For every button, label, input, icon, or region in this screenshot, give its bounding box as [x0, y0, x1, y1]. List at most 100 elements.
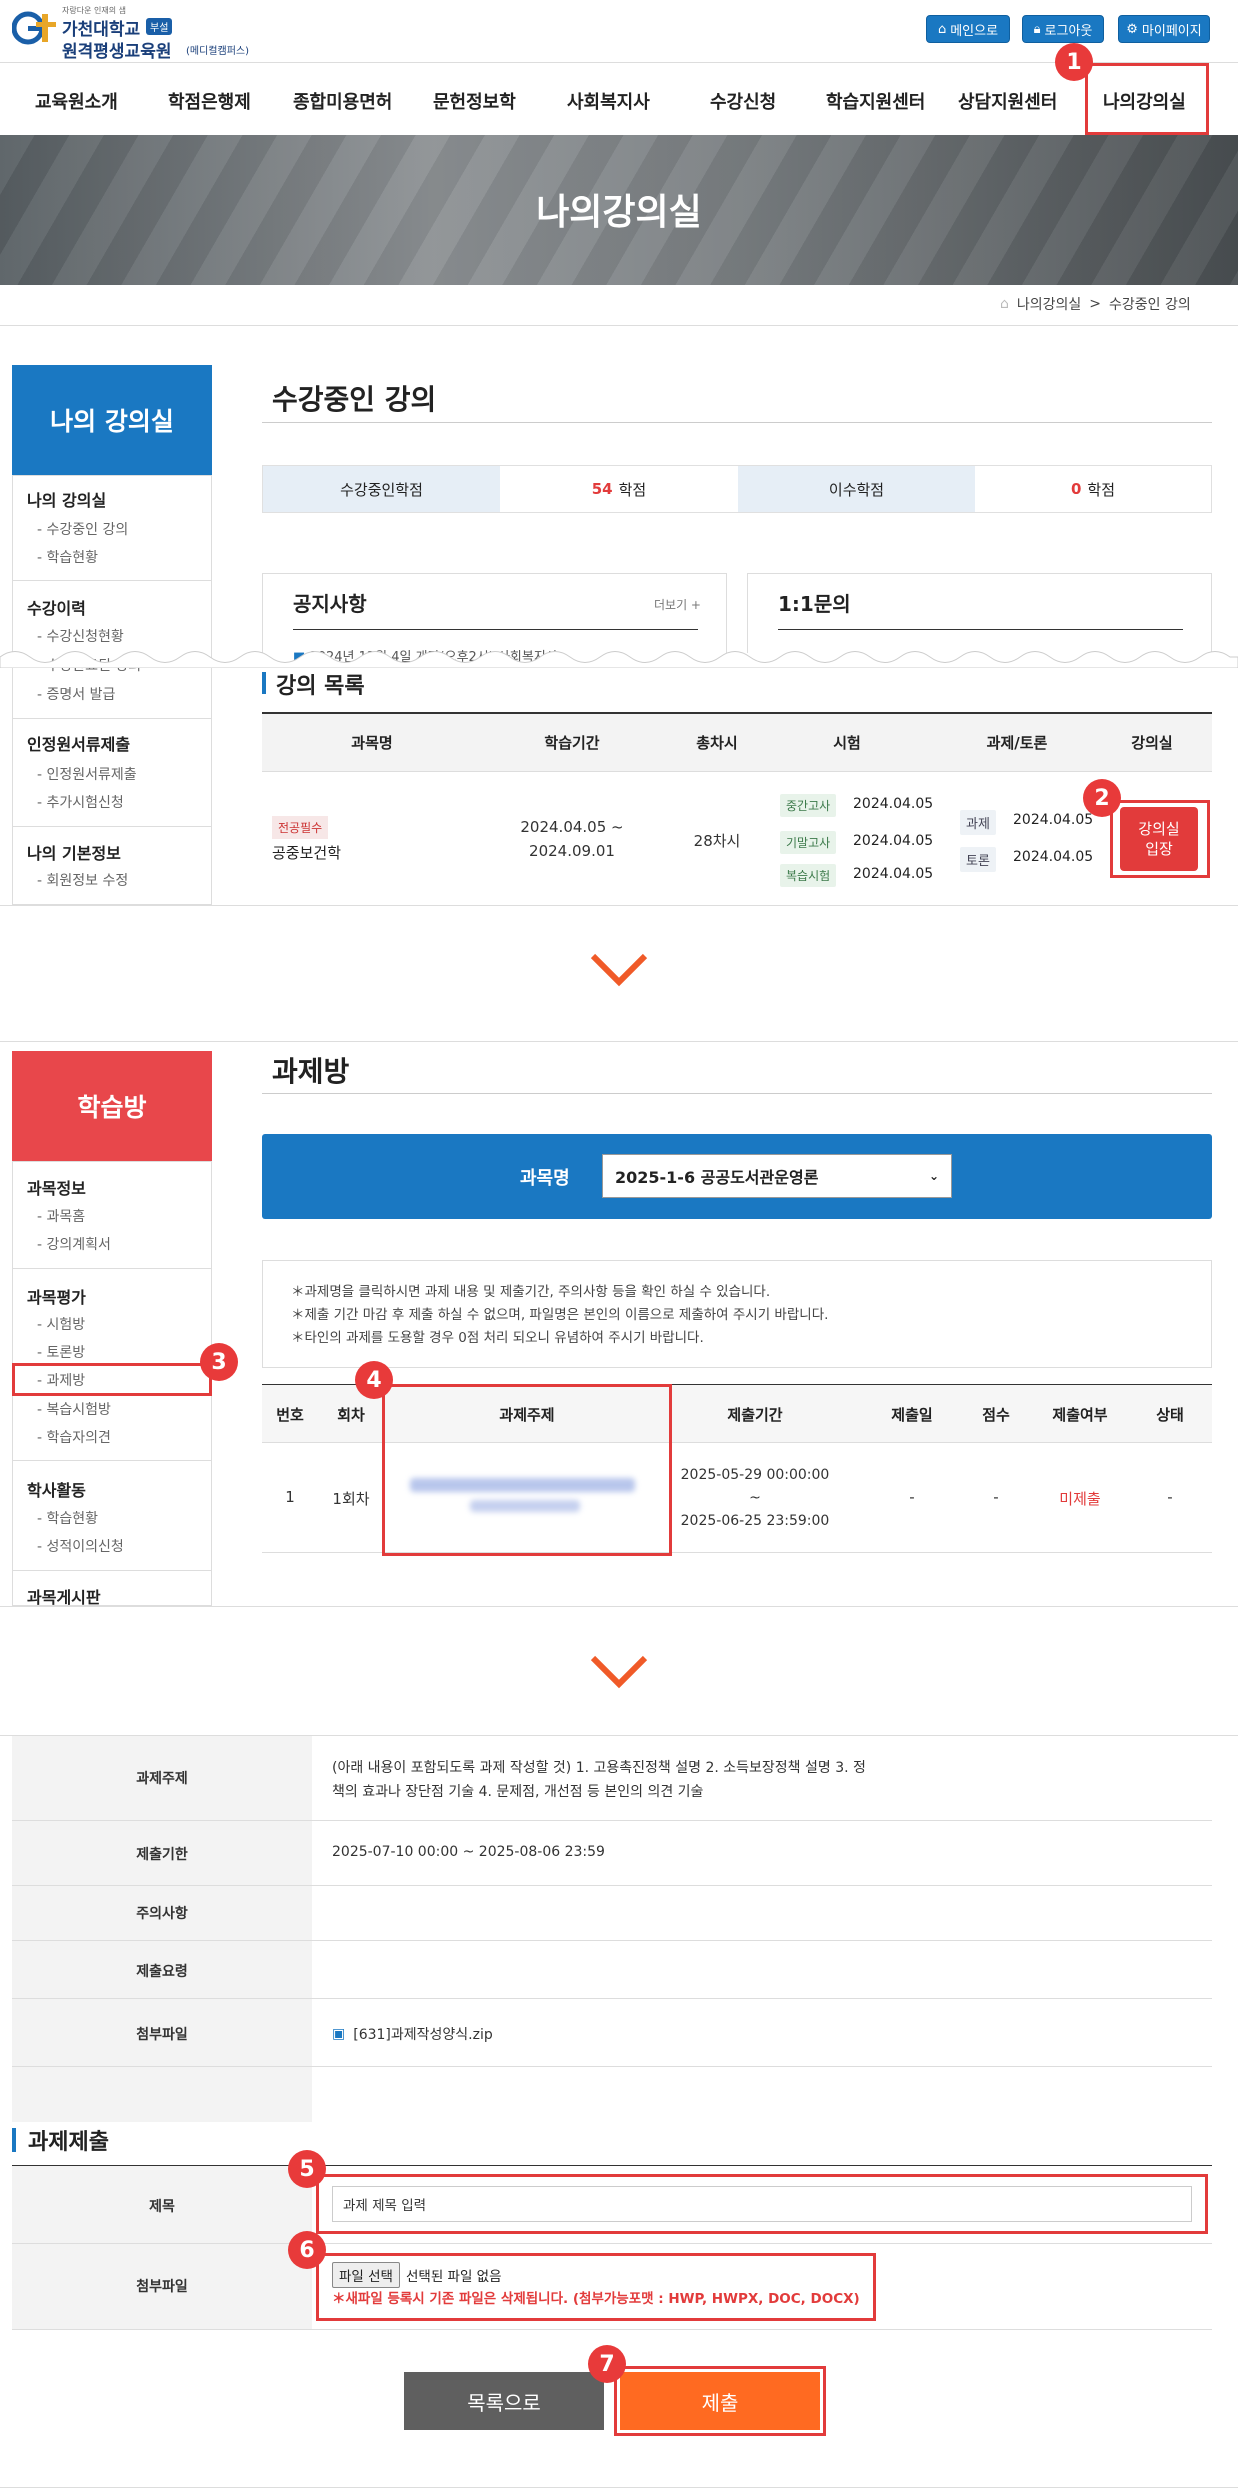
- nav-beauty[interactable]: 종합미용면허: [293, 88, 392, 114]
- sidebar-group[interactable]: 과목게시판: [27, 1584, 101, 1608]
- topic-label: 과제주제: [136, 1771, 188, 1787]
- course-sessions: 28차시: [693, 832, 741, 850]
- sidebar-item[interactable]: - 학습자의견: [37, 1427, 111, 1447]
- current-credit-value: 54 학점: [591, 480, 647, 499]
- highlight-title-input: [316, 2174, 1208, 2234]
- exam-final-date: 2024.04.05: [853, 833, 934, 849]
- sidebar-item[interactable]: - 과목홈: [37, 1206, 85, 1226]
- back-to-list-button[interactable]: 목록으로: [404, 2372, 604, 2430]
- highlight-assignment-menu: [12, 1363, 212, 1396]
- mypage-button[interactable]: ⚙ 마이페이지: [1118, 15, 1210, 43]
- notice-box: 공지사항 더보기 + ■ 2024년 12월 4일 개강(오후2시) 사회복지사…: [262, 573, 727, 665]
- sidebar-item[interactable]: - 수강신청현황: [37, 626, 124, 646]
- sidebar-item[interactable]: - 증명서 발급: [37, 684, 115, 704]
- completed-credit-value: 0 학점: [1070, 480, 1116, 499]
- chevron-down-icon: [590, 953, 648, 987]
- sidebar-item[interactable]: - 인정원서류제출: [37, 764, 137, 784]
- logo-mark[interactable]: [12, 8, 62, 48]
- home-button[interactable]: ⌂ 메인으로: [926, 15, 1010, 43]
- deadline-value: 2025-07-10 00:00 ~ 2025-08-06 23:59: [332, 1844, 605, 1860]
- chevron-down-icon: ⌄: [928, 1169, 939, 1183]
- guide-label: 제출요령: [136, 1964, 188, 1980]
- task-date: 2024.04.05: [1013, 812, 1094, 828]
- sidebar-item[interactable]: - 학습현황: [37, 1508, 98, 1528]
- home-icon: ⌂: [1000, 296, 1009, 312]
- deadline-label: 제출기한: [136, 1847, 188, 1863]
- assignment-notes: ＊과제명을 클릭하시면 과제 내용 및 제출기간, 주의사항 등을 확인 하실 …: [262, 1260, 1212, 1368]
- subject-select[interactable]: 2025-1-6 공공도서관운영론 ⌄: [602, 1154, 952, 1198]
- submit-label-column: [12, 2166, 312, 2329]
- subject-select-bar: 과목명 2025-1-6 공공도서관운영론 ⌄: [262, 1134, 1212, 1219]
- assignment-state: -: [1167, 1488, 1173, 1506]
- nav-library-science[interactable]: 문헌정보학: [433, 88, 516, 114]
- nav-learning-support[interactable]: 학습지원센터: [826, 88, 925, 114]
- floppy-icon: ▣: [332, 2026, 346, 2042]
- highlight-file-picker: [316, 2253, 876, 2321]
- logo-institute: 원격평생교육원: [62, 42, 172, 62]
- assignment-round: 1회차: [332, 1490, 370, 1508]
- sidebar-group[interactable]: 인정원서류제출: [27, 731, 130, 755]
- course-period-start: 2024.04.05 ~: [520, 818, 624, 836]
- hero-banner: 나의강의실: [0, 135, 1238, 285]
- cut-wave: [0, 651, 1238, 668]
- highlight-my-classroom: [1085, 63, 1209, 135]
- sidebar-item[interactable]: - 복습시험방: [37, 1399, 111, 1419]
- current-credit-label: 수강중인학점: [263, 466, 500, 512]
- sidebar-group[interactable]: 나의 강의실: [27, 487, 106, 511]
- sidebar-group[interactable]: 수강이력: [27, 595, 86, 619]
- attach-label: 첨부파일: [136, 2027, 188, 2043]
- col-submitted: 제출여부: [1052, 1406, 1108, 1424]
- assignment-period-start: 2025-05-29 00:00:00: [680, 1467, 830, 1483]
- sidebar-title: 나의 강의실: [12, 365, 212, 475]
- detail-label-column: [12, 1736, 312, 2122]
- sidebar-group[interactable]: 학사활동: [27, 1477, 86, 1501]
- sidebar-item[interactable]: - 학습현황: [37, 547, 98, 567]
- col-state: 상태: [1156, 1406, 1184, 1424]
- home-icon: ⌂: [937, 21, 947, 37]
- step-badge-2: 2: [1083, 779, 1121, 817]
- col-task: 과제/토론: [986, 734, 1048, 752]
- sidebar-item[interactable]: - 성적이의신청: [37, 1536, 124, 1556]
- sidebar-group[interactable]: 과목평가: [27, 1284, 86, 1308]
- nav-enroll[interactable]: 수강신청: [710, 88, 776, 114]
- col-round: 회차: [337, 1406, 365, 1424]
- col-score: 점수: [982, 1406, 1010, 1424]
- sidebar-group[interactable]: 나의 기본정보: [27, 840, 121, 864]
- step-badge-4: 4: [355, 1361, 393, 1399]
- title-label: 제목: [149, 2199, 175, 2215]
- page-title: 수강중인 강의: [272, 383, 437, 416]
- assignment-submit-date: -: [909, 1488, 915, 1506]
- notice-more-link[interactable]: 더보기 +: [654, 596, 701, 613]
- nav-counseling[interactable]: 상담지원센터: [958, 88, 1057, 114]
- exam-midterm-date: 2024.04.05: [853, 796, 934, 812]
- sidebar-item[interactable]: - 강의계획서: [37, 1234, 111, 1254]
- col-subject: 과목명: [351, 734, 393, 752]
- nav-about[interactable]: 교육원소개: [35, 88, 118, 114]
- sidebar-item[interactable]: - 회원정보 수정: [37, 870, 128, 890]
- sidebar-item[interactable]: - 시험방: [37, 1314, 85, 1334]
- logout-button[interactable]: 🔒︎ 로그아웃: [1022, 15, 1104, 43]
- topic-value: (아래 내용이 포함되도록 과제 작성할 것) 1. 고용촉진정책 설명 2. …: [332, 1760, 866, 1800]
- discussion-date: 2024.04.05: [1013, 849, 1094, 865]
- submit-section-title: 과제제출: [28, 2130, 109, 2155]
- exam-review-tag: 복습시험: [780, 864, 837, 887]
- col-no: 번호: [276, 1406, 304, 1424]
- qna-box: 1:1문의: [747, 573, 1212, 653]
- sidebar-item[interactable]: - 추가시험신청: [37, 792, 124, 812]
- gear-icon: ⚙: [1126, 21, 1138, 37]
- credit-summary: 수강중인학점 54 학점 이수학점 0 학점: [262, 465, 1212, 513]
- sidebar-group[interactable]: 과목정보: [27, 1175, 86, 1199]
- nav-social-worker[interactable]: 사회복지사: [567, 88, 650, 114]
- exam-final-tag: 기말고사: [780, 831, 837, 854]
- chevron-down-icon: [590, 1655, 648, 1689]
- sidebar-item[interactable]: - 토론방: [37, 1342, 85, 1362]
- course-name[interactable]: 공중보건학: [272, 842, 341, 863]
- nav-credit-bank[interactable]: 학점은행제: [168, 88, 251, 114]
- step-badge-5: 5: [288, 2150, 326, 2188]
- highlight-submit-button: [614, 2366, 826, 2436]
- step-badge-3: 3: [200, 1343, 238, 1381]
- col-period: 학습기간: [544, 734, 600, 752]
- course-type-badge: 전공필수: [272, 816, 329, 839]
- sidebar-item[interactable]: - 수강중인 강의: [37, 519, 128, 539]
- attach-file-link[interactable]: ▣ [631]과제작성양식.zip: [332, 2024, 493, 2044]
